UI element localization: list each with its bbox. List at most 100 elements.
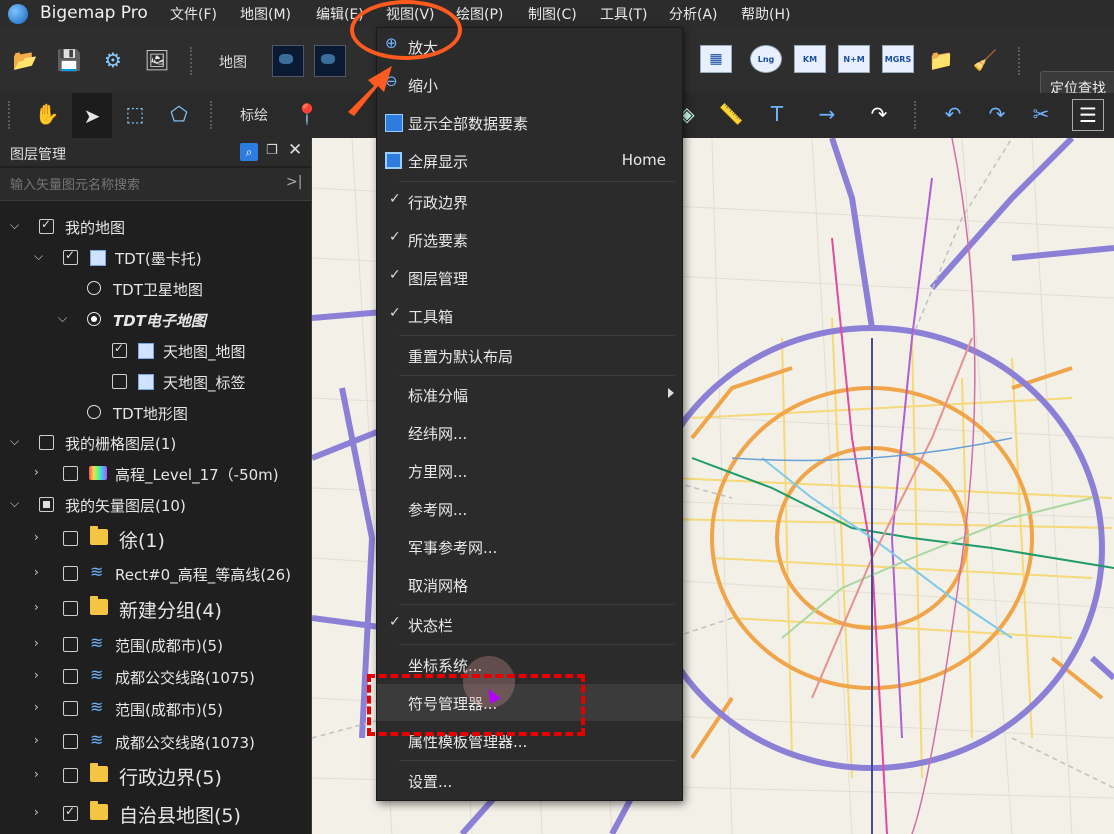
marker-pin-icon[interactable]: 📍: [292, 99, 322, 129]
layer-search-input[interactable]: [8, 172, 282, 198]
menu-item-zoom-out[interactable]: ⊖ 缩小: [377, 66, 682, 103]
open-folder-icon[interactable]: 📂: [10, 45, 40, 75]
menu-item-fullscreen[interactable]: 全屏显示 Home: [377, 142, 682, 179]
search-icon[interactable]: ⌕: [240, 143, 258, 161]
image-icon[interactable]: 🖼: [142, 45, 172, 75]
layer-checkbox[interactable]: [112, 341, 127, 358]
tree-node-tianditu-label[interactable]: 天地图_标签: [0, 366, 311, 397]
expand-chevron-icon[interactable]: ›: [34, 530, 39, 544]
layer-radio[interactable]: [87, 281, 101, 295]
expand-chevron-icon[interactable]: ›: [34, 805, 39, 819]
tree-node-bus-lines[interactable]: › ≋ 成都公交线路(1075): [0, 661, 311, 692]
redo-icon[interactable]: ↷: [982, 99, 1012, 129]
layer-checkbox[interactable]: [63, 566, 78, 581]
tree-node-elevation[interactable]: › 高程_Level_17（-50m): [0, 458, 311, 489]
menu-item-graticule[interactable]: 经纬网...: [377, 414, 682, 451]
collapse-chevron-icon[interactable]: ⌵: [10, 218, 19, 233]
expand-chevron-icon[interactable]: ›: [34, 565, 39, 579]
menu-map[interactable]: 地图(M): [240, 4, 291, 24]
menu-item-reference-grid[interactable]: 参考网...: [377, 490, 682, 527]
curve-icon[interactable]: ↷: [864, 99, 894, 129]
layer-checkbox[interactable]: [63, 637, 78, 652]
grid-icon[interactable]: ▦: [700, 45, 732, 73]
tree-node-vector-layers[interactable]: ⌵ 我的矢量图层(10): [0, 489, 311, 520]
layer-checkbox[interactable]: [63, 601, 78, 616]
menu-tools[interactable]: 工具(T): [600, 4, 647, 24]
menu-item-km-grid[interactable]: 方里网...: [377, 452, 682, 489]
save-icon[interactable]: 💾: [54, 45, 84, 75]
expand-chevron-icon[interactable]: ›: [34, 600, 39, 614]
menu-item-standard-sheet[interactable]: 标准分幅: [377, 376, 682, 413]
menu-item-selected-features[interactable]: ✓ 所选要素: [377, 221, 682, 258]
tree-node-my-maps[interactable]: ⌵ 我的地图: [0, 211, 311, 242]
scissors-icon[interactable]: ✂: [1026, 99, 1056, 129]
grid-lng-button[interactable]: Lng: [750, 45, 782, 73]
layer-checkbox[interactable]: [39, 217, 54, 234]
list-icon[interactable]: ☰: [1072, 99, 1104, 131]
tree-node-contour[interactable]: › ≋ Rect#0_高程_等高线(26): [0, 558, 311, 589]
layer-checkbox[interactable]: [63, 734, 78, 749]
grid-km-button[interactable]: KM: [794, 45, 826, 73]
layer-checkbox[interactable]: [63, 531, 78, 546]
expand-chevron-icon[interactable]: ›: [34, 636, 39, 650]
grid-mgrs-button[interactable]: MGRS: [882, 45, 914, 73]
menu-draw[interactable]: 绘图(P): [456, 4, 503, 24]
polygon-select-icon[interactable]: ⬠: [164, 99, 194, 129]
menu-item-military-grid[interactable]: 军事参考网...: [377, 528, 682, 565]
rect-select-icon[interactable]: ⬚: [120, 99, 150, 129]
collapse-chevron-icon[interactable]: ⌵: [58, 311, 67, 326]
folder-grid-icon[interactable]: 📁: [926, 45, 956, 75]
layer-radio[interactable]: [87, 405, 101, 419]
text-box-icon[interactable]: T: [762, 99, 792, 129]
tree-node-tdt-mercator[interactable]: ⌵ TDT(墨卡托): [0, 242, 311, 273]
collapse-chevron-icon[interactable]: ⌵: [34, 249, 43, 264]
menu-item-toolbox[interactable]: ✓ 工具箱: [377, 297, 682, 334]
menu-item-status-bar[interactable]: ✓ 状态栏: [377, 606, 682, 643]
expand-chevron-icon[interactable]: ›: [34, 767, 39, 781]
tree-node-chengdu-range-2[interactable]: › ≋ 范围(成都市)(5): [0, 693, 311, 724]
tree-node-xu[interactable]: › 徐(1): [0, 523, 311, 554]
expand-chevron-icon[interactable]: ›: [34, 668, 39, 682]
restore-window-icon[interactable]: ❐: [266, 143, 278, 158]
ruler-icon[interactable]: 📏: [716, 99, 746, 129]
tree-node-new-group[interactable]: › 新建分组(4): [0, 593, 311, 624]
tree-node-raster-layers[interactable]: ⌵ 我的栅格图层(1): [0, 427, 311, 458]
menu-cartography[interactable]: 制图(C): [528, 4, 577, 24]
layer-checkbox[interactable]: [63, 248, 78, 265]
tree-node-tdt-satellite[interactable]: TDT卫星地图: [0, 273, 311, 304]
menu-file[interactable]: 文件(F): [170, 4, 217, 24]
layer-checkbox[interactable]: [112, 374, 127, 389]
tree-node-bus-lines-2[interactable]: › ≋ 成都公交线路(1073): [0, 726, 311, 757]
layer-checkbox[interactable]: [39, 497, 54, 512]
layer-checkbox[interactable]: [63, 669, 78, 684]
layer-checkbox[interactable]: [63, 701, 78, 716]
layer-radio[interactable]: [87, 312, 101, 326]
satellite-map-thumbnail[interactable]: [272, 45, 304, 77]
tree-node-tdt-terrain[interactable]: TDT地形图: [0, 397, 311, 428]
layer-checkbox[interactable]: [63, 466, 78, 481]
grid-nm-button[interactable]: N+M: [838, 45, 870, 73]
collapse-chevron-icon[interactable]: ⌵: [10, 434, 19, 449]
pan-hand-icon[interactable]: ✋: [32, 99, 62, 129]
close-icon[interactable]: ✕: [288, 140, 302, 160]
menu-item-admin-boundary[interactable]: ✓ 行政边界: [377, 183, 682, 220]
menu-help[interactable]: 帮助(H): [741, 4, 790, 24]
arrow-right-icon[interactable]: →: [812, 99, 842, 129]
tree-node-admin-boundary[interactable]: › 行政边界(5): [0, 760, 311, 791]
layer-checkbox[interactable]: [63, 768, 78, 783]
tree-node-tdt-electronic[interactable]: ⌵ TDT电子地图: [0, 304, 311, 335]
expand-chevron-icon[interactable]: ›: [34, 733, 39, 747]
undo-icon[interactable]: ↶: [938, 99, 968, 129]
expand-chevron-icon[interactable]: ›: [34, 465, 39, 479]
settings-gear-icon[interactable]: ⚙: [98, 45, 128, 75]
tree-node-tianditu-map[interactable]: 天地图_地图: [0, 335, 311, 366]
expand-chevron-icon[interactable]: ›: [34, 700, 39, 714]
menu-item-show-all-data[interactable]: 显示全部数据要素: [377, 104, 682, 141]
menu-item-reset-layout[interactable]: 重置为默认布局: [377, 337, 682, 374]
menu-item-settings[interactable]: 设置...: [377, 762, 682, 799]
select-arrow-icon[interactable]: ➤: [72, 93, 112, 138]
layer-checkbox[interactable]: [39, 435, 54, 450]
clear-brush-icon[interactable]: 🧹: [970, 45, 1000, 75]
collapse-search-icon[interactable]: >|: [286, 174, 302, 190]
layer-checkbox[interactable]: [63, 804, 78, 821]
